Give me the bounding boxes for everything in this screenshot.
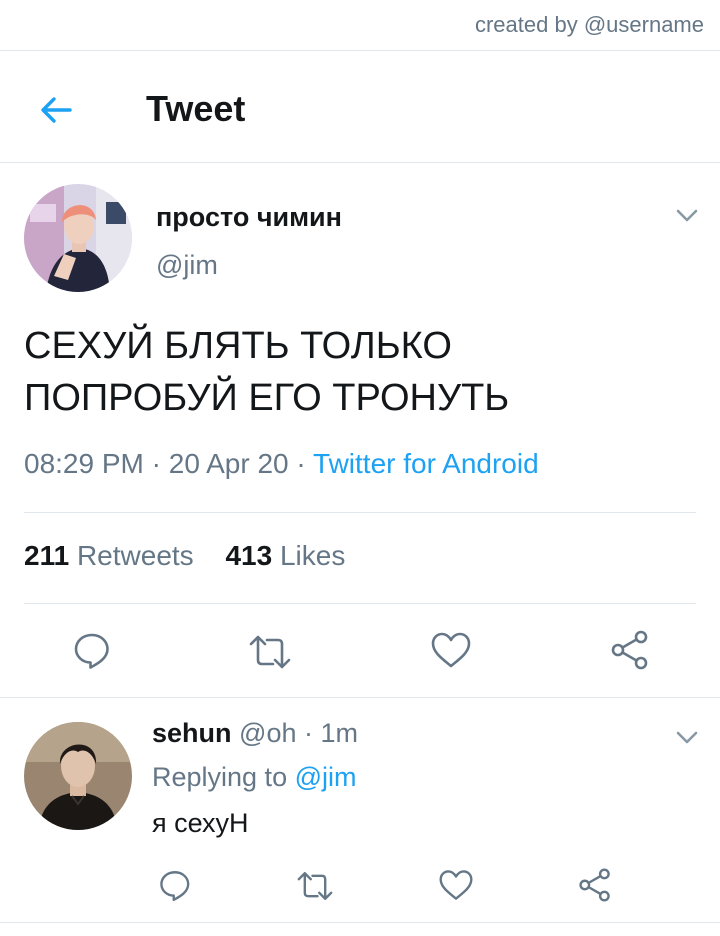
- divider: [0, 162, 720, 163]
- likes-count[interactable]: 413: [225, 540, 272, 571]
- share-icon[interactable]: [610, 630, 650, 670]
- back-arrow-icon[interactable]: [36, 90, 76, 130]
- replying-to: Replying to @jim: [152, 762, 357, 793]
- divider: [24, 603, 696, 604]
- reply-header: sehun @oh · 1m: [152, 718, 358, 749]
- tweet-stats: 211 Retweets 413 Likes: [24, 540, 345, 572]
- meta-separator: ·: [304, 718, 313, 748]
- divider: [24, 512, 696, 513]
- reply-icon[interactable]: [158, 868, 192, 902]
- reply-author-name[interactable]: sehun: [152, 718, 232, 748]
- replying-mention-link[interactable]: @jim: [295, 762, 357, 792]
- avatar[interactable]: [24, 184, 132, 292]
- divider: [0, 922, 720, 923]
- page-title: Tweet: [146, 88, 246, 129]
- tweet-meta: 08:29 PM · 20 Apr 20 · Twitter for Andro…: [24, 448, 539, 480]
- reply-author-handle[interactable]: @oh: [239, 718, 296, 748]
- meta-separator: ·: [151, 448, 169, 479]
- retweet-icon[interactable]: [296, 869, 334, 903]
- watermark: created by @username: [474, 12, 704, 37]
- retweets-label[interactable]: Retweets: [77, 540, 194, 571]
- avatar[interactable]: [24, 722, 132, 830]
- reply-icon[interactable]: [72, 630, 112, 670]
- tweet-source-link[interactable]: Twitter for Android: [313, 448, 539, 479]
- like-icon[interactable]: [438, 868, 474, 902]
- like-icon[interactable]: [430, 630, 472, 670]
- top-bar: Tweet: [0, 66, 720, 162]
- likes-label[interactable]: Likes: [280, 540, 345, 571]
- replying-prefix: Replying to: [152, 762, 288, 792]
- author-name[interactable]: просто чимин: [156, 202, 342, 233]
- tweet-text: СЕХУЙ БЛЯТЬ ТОЛЬКО ПОПРОБУЙ ЕГО ТРОНУТЬ: [24, 325, 510, 419]
- tweet-date: 20 Apr 20: [168, 448, 289, 479]
- tweet-time: 08:29 PM: [24, 448, 144, 479]
- retweets-count[interactable]: 211: [24, 540, 69, 571]
- divider: [0, 50, 720, 51]
- meta-separator: ·: [296, 448, 314, 479]
- share-icon[interactable]: [578, 868, 612, 902]
- divider: [0, 697, 720, 698]
- retweet-icon[interactable]: [248, 632, 292, 672]
- reply-time: 1m: [320, 718, 359, 748]
- chevron-down-icon[interactable]: [674, 202, 700, 228]
- author-handle[interactable]: @jim: [156, 250, 218, 281]
- chevron-down-icon[interactable]: [674, 724, 700, 750]
- reply-text: я сехуН: [152, 808, 249, 838]
